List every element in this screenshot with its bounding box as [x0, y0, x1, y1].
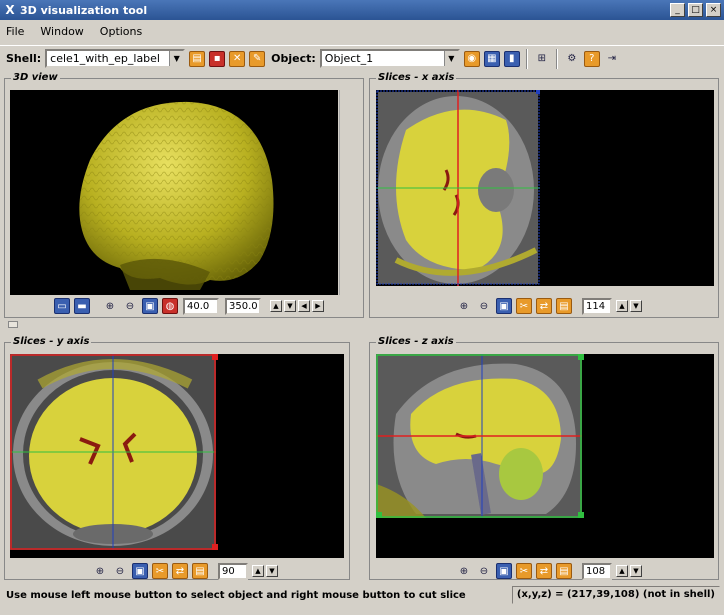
- exit-icon[interactable]: ⇥: [604, 51, 620, 67]
- delete-shell-icon[interactable]: ✕: [229, 50, 246, 67]
- open-shell-icon[interactable]: ▤: [189, 50, 206, 67]
- slice-up-button[interactable]: ▲: [616, 300, 628, 312]
- rotate-down-button[interactable]: ▼: [284, 300, 296, 312]
- chevron-down-icon[interactable]: ▼: [443, 51, 458, 66]
- zoom-out-icon[interactable]: ⊖: [112, 563, 128, 579]
- shell-select-value: cele1_with_ep_label: [50, 52, 160, 65]
- slice-options-icon[interactable]: ▤: [556, 298, 572, 314]
- close-button[interactable]: ×: [706, 3, 721, 17]
- help-icon[interactable]: ?: [583, 50, 600, 67]
- object-select-value: Object_1: [324, 52, 374, 65]
- menu-options[interactable]: Options: [100, 25, 142, 38]
- slice-x-index-input[interactable]: 114: [582, 297, 612, 315]
- slice-up-button[interactable]: ▲: [252, 565, 264, 577]
- cut-slice-icon[interactable]: ✂: [516, 298, 532, 314]
- slice-y-viewport[interactable]: [10, 354, 344, 558]
- zoom-in-icon[interactable]: ⊕: [456, 298, 472, 314]
- swap-slice-icon[interactable]: ⇄: [536, 298, 552, 314]
- 3d-viewport[interactable]: [10, 90, 338, 295]
- settings-icon[interactable]: ⚙: [564, 51, 580, 67]
- save-shell-icon[interactable]: ▪: [209, 50, 226, 67]
- slice-up-button[interactable]: ▲: [616, 565, 628, 577]
- status-bar: Use mouse left mouse button to select ob…: [0, 584, 724, 606]
- slice-options-icon[interactable]: ▤: [556, 563, 572, 579]
- cursor-coordinates: (x,y,z) = (217,39,108) (not in shell): [511, 586, 720, 604]
- object-select[interactable]: Object_1 ▼: [319, 49, 460, 68]
- slice-down-button[interactable]: ▼: [630, 300, 642, 312]
- view-film-icon[interactable]: ▬: [74, 298, 90, 314]
- edit-shell-icon[interactable]: ✎: [249, 50, 266, 67]
- window-title: 3D visualization tool: [20, 3, 148, 17]
- panel-title: Slices - x axis: [376, 72, 457, 83]
- slice-z-controls: ⊕ ⊖ ▣ ✂ ⇄ ▤ 108 ▲ ▼: [454, 562, 643, 580]
- toolbar-separator: [555, 48, 558, 69]
- maximize-button[interactable]: □: [688, 3, 703, 17]
- slice-x-image: [376, 90, 540, 286]
- zoom-in-icon[interactable]: ⊕: [102, 298, 118, 314]
- reset-view-icon[interactable]: ▣: [142, 298, 158, 314]
- view-mode-icon[interactable]: ▭: [54, 298, 70, 314]
- toolbar: Shell: cele1_with_ep_label ▼ ▤ ▪ ✕ ✎ Obj…: [0, 45, 724, 71]
- zoom-out-icon[interactable]: ⊖: [476, 563, 492, 579]
- toolbar-separator: [525, 48, 528, 69]
- reset-view-icon[interactable]: ▣: [496, 298, 512, 314]
- panel-title: Slices - y axis: [11, 336, 92, 347]
- skull-render: [79, 101, 274, 290]
- shell-select[interactable]: cele1_with_ep_label ▼: [45, 49, 186, 68]
- reset-view-icon[interactable]: ▣: [496, 563, 512, 579]
- 3d-view-scrollbar[interactable]: [339, 90, 351, 295]
- zoom-out-icon[interactable]: ⊖: [122, 298, 138, 314]
- slice-down-button[interactable]: ▼: [266, 565, 278, 577]
- menu-bar: File Window Options: [0, 20, 724, 42]
- slice-z-viewport[interactable]: [376, 354, 714, 558]
- threshold-max-input[interactable]: 350.0: [225, 297, 261, 315]
- panel-title: Slices - z axis: [376, 336, 456, 347]
- reset-view-icon[interactable]: ▣: [132, 563, 148, 579]
- horizontal-splitter[interactable]: [0, 321, 724, 329]
- slice-y-image: [10, 354, 218, 550]
- title-bar: X 3D visualization tool _ □ ×: [0, 0, 724, 20]
- menu-window[interactable]: Window: [40, 25, 83, 38]
- minimize-button[interactable]: _: [670, 3, 685, 17]
- 3d-view-controls: ▭ ▬ ⊕ ⊖ ▣ ◍ 40.0 350.0 ▲ ▼ ◀ ▶: [52, 297, 325, 315]
- threshold-min-input[interactable]: 40.0: [183, 297, 219, 315]
- rotate-left-button[interactable]: ◀: [298, 300, 310, 312]
- status-message: Use mouse left mouse button to select ob…: [6, 589, 466, 601]
- slice-y-controls: ⊕ ⊖ ▣ ✂ ⇄ ▤ 90 ▲ ▼: [90, 562, 279, 580]
- slice-options-icon[interactable]: ▤: [192, 563, 208, 579]
- object-color-icon[interactable]: ▦: [483, 50, 500, 67]
- slice-y-index-input[interactable]: 90: [218, 562, 248, 580]
- swap-slice-icon[interactable]: ⇄: [172, 563, 188, 579]
- slice-z-index-input[interactable]: 108: [582, 562, 612, 580]
- slice-down-button[interactable]: ▼: [630, 565, 642, 577]
- slice-z-image: [376, 354, 584, 518]
- layout-grid-icon[interactable]: ⊞: [534, 51, 550, 67]
- zoom-out-icon[interactable]: ⊖: [476, 298, 492, 314]
- object-properties-icon[interactable]: ◉: [463, 50, 480, 67]
- app-icon[interactable]: X: [0, 3, 20, 17]
- zoom-in-icon[interactable]: ⊕: [456, 563, 472, 579]
- object-label: Object:: [271, 52, 316, 65]
- splitter-handle[interactable]: [8, 321, 18, 328]
- slice-x-viewport[interactable]: [376, 90, 714, 286]
- swap-slice-icon[interactable]: ⇄: [536, 563, 552, 579]
- render-icon[interactable]: ◍: [162, 298, 178, 314]
- shell-label: Shell:: [6, 52, 42, 65]
- rotate-up-button[interactable]: ▲: [270, 300, 282, 312]
- slice-x-controls: ⊕ ⊖ ▣ ✂ ⇄ ▤ 114 ▲ ▼: [454, 297, 643, 315]
- zoom-in-icon[interactable]: ⊕: [92, 563, 108, 579]
- menu-file[interactable]: File: [6, 25, 24, 38]
- cut-slice-icon[interactable]: ✂: [516, 563, 532, 579]
- chevron-down-icon[interactable]: ▼: [169, 51, 184, 66]
- rotate-right-button[interactable]: ▶: [312, 300, 324, 312]
- panel-title: 3D view: [11, 72, 60, 83]
- cut-slice-icon[interactable]: ✂: [152, 563, 168, 579]
- object-info-icon[interactable]: ▮: [503, 50, 520, 67]
